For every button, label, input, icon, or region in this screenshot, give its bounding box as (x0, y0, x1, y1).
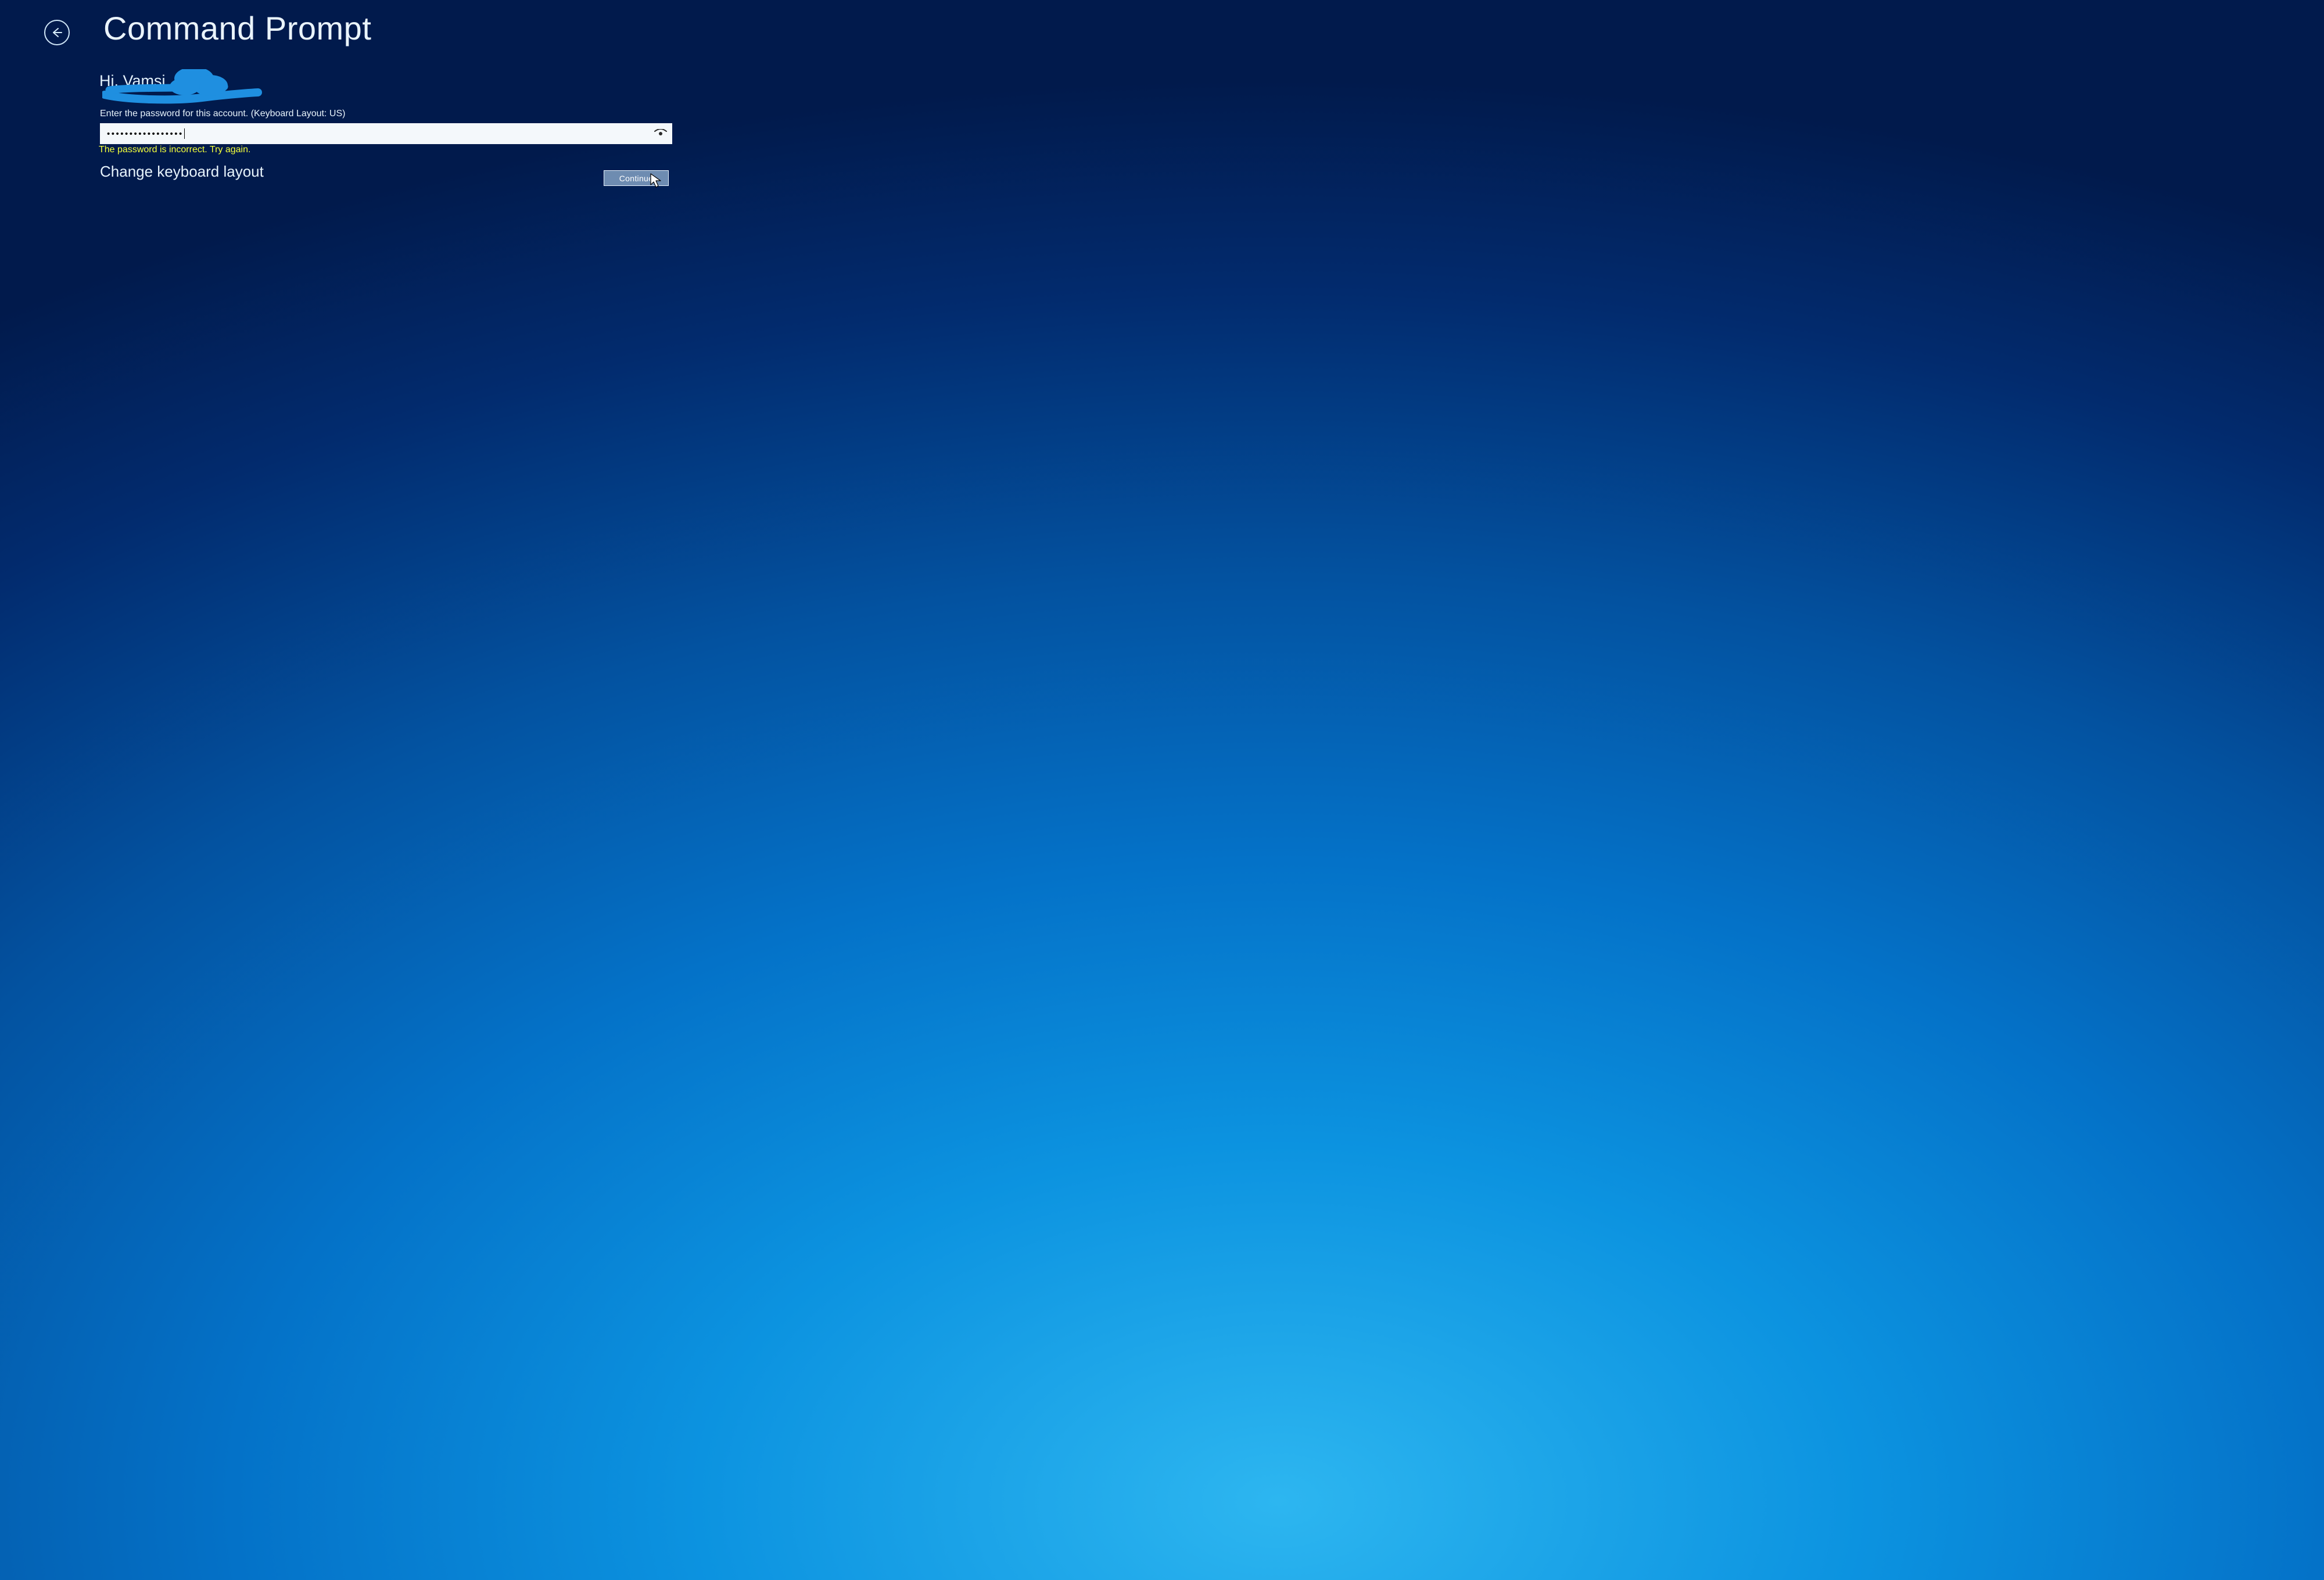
page-title: Command Prompt (103, 9, 371, 47)
continue-button-label: Continue (619, 174, 653, 183)
password-prompt-label: Enter the password for this account. (Ke… (100, 109, 345, 119)
text-caret-icon (184, 128, 185, 139)
password-dots: ••••••••••••••••• (107, 129, 184, 139)
change-keyboard-layout-link[interactable]: Change keyboard layout (100, 163, 264, 181)
eye-icon (654, 129, 668, 138)
reveal-password-button[interactable] (649, 123, 672, 144)
continue-button[interactable]: Continue (604, 170, 669, 186)
greeting-text: Hi, Vamsi (99, 72, 166, 90)
arrow-left-icon (50, 26, 64, 40)
password-input[interactable]: ••••••••••••••••• (100, 123, 672, 144)
error-message: The password is incorrect. Try again. (99, 145, 250, 155)
password-masked-value: ••••••••••••••••• (100, 128, 649, 139)
back-button[interactable] (44, 20, 70, 45)
